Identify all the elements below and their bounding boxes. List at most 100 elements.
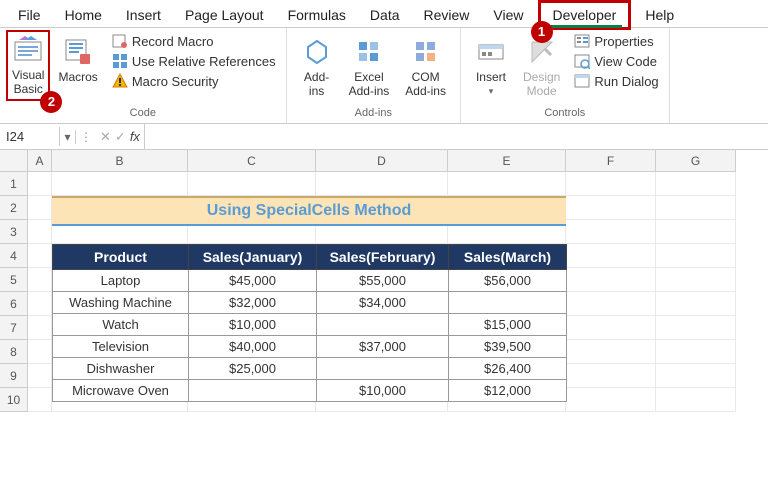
tab-view[interactable]: View bbox=[481, 3, 535, 27]
table-cell[interactable]: $15,000 bbox=[449, 314, 567, 336]
view-code-button[interactable]: View Code bbox=[572, 52, 660, 70]
tab-help[interactable]: Help bbox=[633, 3, 686, 27]
table-cell[interactable]: $40,000 bbox=[189, 336, 317, 358]
tab-insert[interactable]: Insert bbox=[114, 3, 173, 27]
group-controls-label: Controls bbox=[469, 107, 661, 121]
tab-page-layout[interactable]: Page Layout bbox=[173, 3, 276, 27]
tab-file[interactable]: File bbox=[6, 3, 53, 27]
table-cell[interactable]: $32,000 bbox=[189, 292, 317, 314]
row-header[interactable]: 9 bbox=[0, 364, 28, 388]
tab-review[interactable]: Review bbox=[412, 3, 482, 27]
use-relative-refs-button[interactable]: Use Relative References bbox=[110, 52, 278, 70]
col-header-f[interactable]: F bbox=[566, 150, 656, 172]
header-product[interactable]: Product bbox=[53, 245, 189, 270]
table-cell[interactable]: Laptop bbox=[53, 270, 189, 292]
table-cell[interactable]: $55,000 bbox=[317, 270, 449, 292]
record-macro-button[interactable]: Record Macro bbox=[110, 32, 278, 50]
formula-bar: I24 ▾ ⋮ ✕ ✓ fx bbox=[0, 124, 768, 150]
com-addins-icon bbox=[410, 36, 442, 68]
name-box-dropdown[interactable]: ▾ bbox=[60, 130, 76, 144]
table-cell[interactable] bbox=[317, 358, 449, 380]
excel-addins-label: Excel Add-ins bbox=[349, 70, 390, 99]
run-dialog-button[interactable]: Run Dialog bbox=[572, 72, 660, 90]
com-addins-button[interactable]: COM Add-ins bbox=[399, 32, 452, 103]
com-addins-label: COM Add-ins bbox=[405, 70, 446, 99]
addins-icon bbox=[301, 36, 333, 68]
group-code: Visual Basic 2 Macros Record Macro Use R… bbox=[0, 28, 287, 123]
table-cell[interactable] bbox=[317, 314, 449, 336]
table-cell[interactable]: $26,400 bbox=[449, 358, 567, 380]
row-header[interactable]: 4 bbox=[0, 244, 28, 268]
row-header[interactable]: 2 bbox=[0, 196, 28, 220]
title-merged-cell[interactable]: Using SpecialCells Method bbox=[52, 196, 566, 224]
group-addins: Add- ins Excel Add-ins COM Add-ins Add-i… bbox=[287, 28, 461, 123]
properties-label: Properties bbox=[594, 34, 653, 49]
table-cell[interactable]: $45,000 bbox=[189, 270, 317, 292]
row-header[interactable]: 8 bbox=[0, 340, 28, 364]
run-dialog-icon bbox=[574, 73, 590, 89]
row-header[interactable]: 3 bbox=[0, 220, 28, 244]
visual-basic-button[interactable]: Visual Basic 2 bbox=[6, 30, 50, 101]
row-headers: 12345678910 bbox=[0, 172, 28, 412]
ribbon: Visual Basic 2 Macros Record Macro Use R… bbox=[0, 28, 768, 124]
addins-button[interactable]: Add- ins bbox=[295, 32, 339, 103]
col-header-c[interactable]: C bbox=[188, 150, 316, 172]
group-controls: Insert ▾ Design Mode Properties View Cod… bbox=[461, 28, 670, 123]
table-cell[interactable]: $10,000 bbox=[189, 314, 317, 336]
table-cell[interactable]: $34,000 bbox=[317, 292, 449, 314]
macros-label: Macros bbox=[58, 70, 97, 84]
worksheet: A B C D E F G 12345678910 Using SpecialC… bbox=[0, 150, 768, 412]
insert-control-button[interactable]: Insert ▾ bbox=[469, 32, 513, 103]
table-cell[interactable]: $25,000 bbox=[189, 358, 317, 380]
table-cell[interactable]: Microwave Oven bbox=[53, 380, 189, 402]
tab-formulas[interactable]: Formulas bbox=[276, 3, 358, 27]
table-cell[interactable] bbox=[449, 292, 567, 314]
table-cell[interactable]: $10,000 bbox=[317, 380, 449, 402]
formula-input[interactable] bbox=[144, 124, 768, 149]
row-header[interactable]: 10 bbox=[0, 388, 28, 412]
table-cell[interactable]: Television bbox=[53, 336, 189, 358]
visual-basic-icon bbox=[12, 34, 44, 66]
table-cell[interactable]: Washing Machine bbox=[53, 292, 189, 314]
tab-home[interactable]: Home bbox=[53, 3, 114, 27]
design-mode-button[interactable]: Design Mode bbox=[517, 32, 566, 103]
visual-basic-label: Visual Basic bbox=[12, 68, 44, 97]
header-mar[interactable]: Sales(March) bbox=[449, 245, 567, 270]
excel-addins-button[interactable]: Excel Add-ins bbox=[343, 32, 396, 103]
accept-icon[interactable]: ✓ bbox=[115, 129, 126, 145]
col-header-d[interactable]: D bbox=[316, 150, 448, 172]
macro-security-button[interactable]: Macro Security bbox=[110, 72, 278, 90]
row-header[interactable]: 6 bbox=[0, 292, 28, 316]
col-header-a[interactable]: A bbox=[28, 150, 52, 172]
table-cell[interactable]: $39,500 bbox=[449, 336, 567, 358]
macros-button[interactable]: Macros bbox=[52, 32, 103, 99]
properties-icon bbox=[574, 33, 590, 49]
row-header[interactable]: 7 bbox=[0, 316, 28, 340]
formula-bar-handle[interactable]: ⋮ bbox=[76, 130, 96, 144]
table-cell[interactable]: $12,000 bbox=[449, 380, 567, 402]
relative-refs-icon bbox=[112, 53, 128, 69]
ribbon-tabs: File Home Insert Page Layout Formulas Da… bbox=[0, 0, 768, 28]
select-all-corner[interactable] bbox=[0, 150, 28, 172]
excel-addins-icon bbox=[353, 36, 385, 68]
row-header[interactable]: 1 bbox=[0, 172, 28, 196]
table-cell[interactable] bbox=[189, 380, 317, 402]
fx-icon[interactable]: fx bbox=[130, 129, 140, 145]
header-jan[interactable]: Sales(January) bbox=[189, 245, 317, 270]
col-header-e[interactable]: E bbox=[448, 150, 566, 172]
design-mode-label: Design Mode bbox=[523, 70, 560, 99]
col-header-b[interactable]: B bbox=[52, 150, 188, 172]
cells-area[interactable]: Using SpecialCells Method Product Sales(… bbox=[28, 172, 768, 412]
col-header-g[interactable]: G bbox=[656, 150, 736, 172]
tab-data[interactable]: Data bbox=[358, 3, 412, 27]
tab-developer[interactable]: Developer bbox=[541, 3, 629, 27]
table-cell[interactable]: Watch bbox=[53, 314, 189, 336]
table-cell[interactable]: $37,000 bbox=[317, 336, 449, 358]
header-feb[interactable]: Sales(February) bbox=[317, 245, 449, 270]
table-cell[interactable]: $56,000 bbox=[449, 270, 567, 292]
table-cell[interactable]: Dishwasher bbox=[53, 358, 189, 380]
row-header[interactable]: 5 bbox=[0, 268, 28, 292]
name-box[interactable]: I24 bbox=[0, 127, 60, 146]
cancel-icon[interactable]: ✕ bbox=[100, 129, 111, 145]
properties-button[interactable]: Properties bbox=[572, 32, 660, 50]
